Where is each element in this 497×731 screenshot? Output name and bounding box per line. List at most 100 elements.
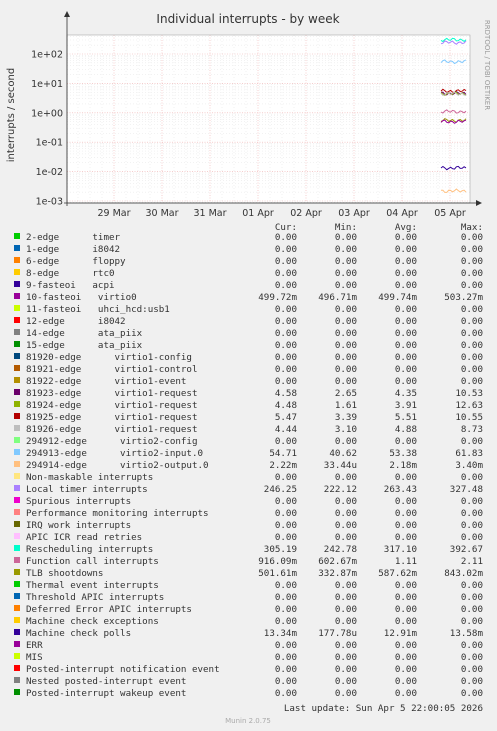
legend-value: 5.47 <box>275 412 297 423</box>
legend-label: 11-fasteoi uhci_hcd:usb1 <box>26 304 170 315</box>
legend-value: 0.00 <box>335 268 357 279</box>
legend-swatch <box>14 605 20 611</box>
legend-swatch <box>14 305 20 311</box>
legend-value: 0.00 <box>275 640 297 651</box>
legend-value: 496.71m <box>318 292 357 303</box>
legend-value: 0.00 <box>275 508 297 519</box>
legend-value: 0.00 <box>461 340 483 351</box>
legend-swatch <box>14 233 20 239</box>
legend-value: 10.55 <box>455 412 483 423</box>
legend-label: Posted-interrupt notification event <box>26 664 220 675</box>
legend-value: 4.44 <box>275 424 298 435</box>
legend-row: Function call interrupts 916.09m 602.67m 1.… <box>14 556 483 567</box>
legend-swatch <box>14 485 20 491</box>
legend-value: 0.00 <box>395 676 417 687</box>
legend-label: Rescheduling interrupts <box>26 544 153 555</box>
legend-label: 6-edge floppy <box>26 256 126 267</box>
legend-swatch <box>14 677 20 683</box>
legend-value: 0.00 <box>275 280 297 291</box>
legend-label: 81921-edge virtio1-control <box>26 364 197 375</box>
chart-title: Individual interrupts - by week <box>156 12 339 26</box>
legend-value: 0.00 <box>461 652 483 663</box>
legend-value: 0.00 <box>395 652 417 663</box>
legend-swatch <box>14 641 20 647</box>
legend-value: 0.00 <box>461 580 483 591</box>
legend-row: 81921-edge virtio1-control 0.00 0.00 0.00 0.… <box>14 364 483 375</box>
legend-label: Thermal event interrupts <box>26 580 159 591</box>
legend-label: 294912-edge virtio2-config <box>26 436 197 447</box>
legend-row: 6-edge floppy 0.00 0.00 0.00 0.00 <box>14 256 483 267</box>
legend-value: 4.48 <box>275 400 297 411</box>
legend-value: 843.02m <box>444 568 483 579</box>
legend-value: 0.00 <box>461 328 483 339</box>
legend-value: 0.00 <box>335 352 357 363</box>
legend-row: 12-edge i8042 0.00 0.00 0.00 0.00 <box>14 316 483 327</box>
legend-row: 81926-edge virtio1-request 4.44 3.10 4.88 8.… <box>14 424 483 435</box>
legend-row: Thermal event interrupts 0.00 0.00 0.00 0.00 <box>14 580 483 591</box>
legend-value: 0.00 <box>275 256 297 267</box>
y-tick-label: 1e+01 <box>31 79 63 90</box>
legend-label: MIS <box>26 652 43 663</box>
legend-value: 0.00 <box>275 532 297 543</box>
y-tick-label: 1e-02 <box>36 167 63 178</box>
footer-version: Munin 2.0.75 <box>225 717 271 725</box>
legend-value: 0.00 <box>461 640 483 651</box>
x-tick-label: 31 Mar <box>193 208 226 219</box>
legend-row: 9-fasteoi acpi 0.00 0.00 0.00 0.00 <box>14 280 483 291</box>
legend-value: 0.00 <box>275 664 297 675</box>
legend-value: 12.91m <box>384 628 418 639</box>
x-axis-arrow <box>476 200 482 206</box>
legend-value: 916.09m <box>258 556 297 567</box>
legend-value: 602.67m <box>318 556 357 567</box>
legend-value: 0.00 <box>395 508 417 519</box>
legend-swatch <box>14 629 20 635</box>
legend-value: 0.00 <box>395 496 417 507</box>
legend-value: 587.62m <box>378 568 417 579</box>
legend-value: 0.00 <box>275 268 297 279</box>
legend-value: 0.00 <box>395 604 417 615</box>
legend-value: 0.00 <box>461 280 483 291</box>
legend-value: 2.22m <box>269 460 297 471</box>
legend-label: APIC ICR read retries <box>26 532 142 543</box>
legend-value: 0.00 <box>275 376 297 387</box>
legend-value: 0.00 <box>335 364 357 375</box>
legend-swatch <box>14 401 20 407</box>
legend-row: 81925-edge virtio1-request 5.47 3.39 5.51 10… <box>14 412 483 423</box>
legend-swatch <box>14 533 20 539</box>
y-tick-label: 1e+02 <box>31 50 63 61</box>
legend-row: 294914-edge virtio2-output.0 2.22m 33.44u 2… <box>14 460 483 471</box>
legend-value: 3.40m <box>455 460 483 471</box>
legend-value: 327.48 <box>450 484 483 495</box>
legend-row: 15-edge ata_piix 0.00 0.00 0.00 0.00 <box>14 340 483 351</box>
legend-value: 0.00 <box>335 316 357 327</box>
legend-value: 0.00 <box>275 340 297 351</box>
legend-value: 0.00 <box>395 532 417 543</box>
legend-value: 0.00 <box>395 688 417 699</box>
legend-swatch <box>14 329 20 335</box>
legend-value: 0.00 <box>275 580 297 591</box>
legend-value: 2.18m <box>389 460 417 471</box>
x-tick-label: 03 Apr <box>338 208 370 219</box>
legend-value: 8.73 <box>461 424 483 435</box>
plot-area <box>67 35 470 203</box>
legend-value: 0.00 <box>395 328 417 339</box>
legend-swatch <box>14 461 20 467</box>
legend-value: 0.00 <box>275 364 297 375</box>
legend-value: 0.00 <box>335 664 357 675</box>
legend-value: 0.00 <box>461 256 483 267</box>
legend-value: 503.27m <box>444 292 483 303</box>
legend-row: Threshold APIC interrupts 0.00 0.00 0.00 0.0… <box>14 592 483 603</box>
legend-value: 0.00 <box>335 304 357 315</box>
legend-label: Spurious interrupts <box>26 496 131 507</box>
legend-row: 81922-edge virtio1-event 0.00 0.00 0.00 0.00 <box>14 376 483 387</box>
legend-swatch <box>14 269 20 275</box>
legend-value: 0.00 <box>335 280 357 291</box>
legend-value: 12.63 <box>455 400 483 411</box>
legend-swatch <box>14 317 20 323</box>
legend-label: 10-fasteoi virtio0 <box>26 292 137 303</box>
legend-label: 9-fasteoi acpi <box>26 280 115 291</box>
legend-row: 8-edge rtc0 0.00 0.00 0.00 0.00 <box>14 268 483 279</box>
legend-label: Posted-interrupt wakeup event <box>26 688 186 699</box>
side-label: RRDTOOL / TOBI OETIKER <box>483 20 491 110</box>
y-tick-label: 1e+00 <box>31 108 63 119</box>
